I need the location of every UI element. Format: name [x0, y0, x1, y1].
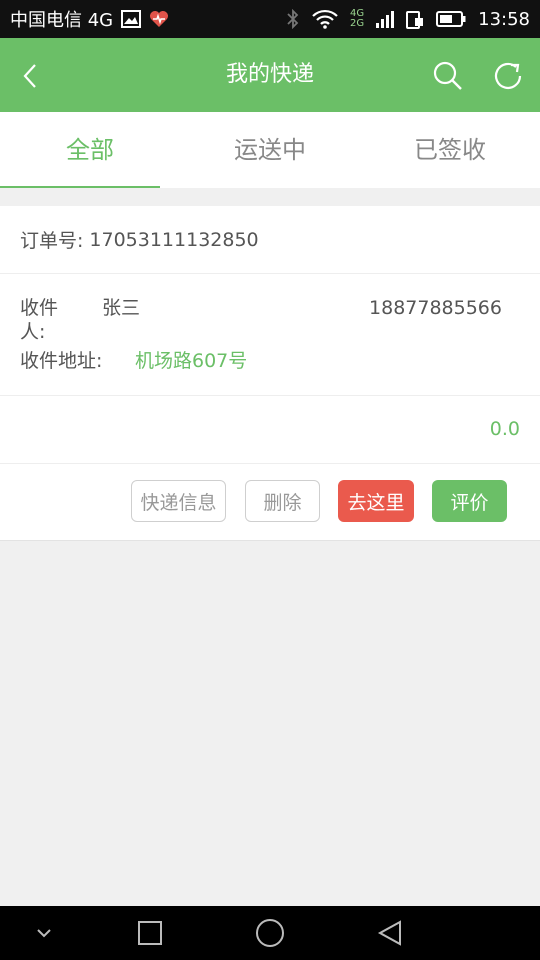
recipient-phone: 18877885566 — [369, 297, 502, 319]
search-button[interactable] — [428, 56, 468, 96]
address-label: 收件地址: — [20, 350, 103, 372]
refresh-icon — [494, 62, 522, 89]
app-bar: 我的快递 — [0, 38, 540, 112]
recents-button[interactable] — [130, 915, 170, 951]
recipient-label: 收件人: — [20, 297, 59, 343]
image-notification-icon — [121, 10, 142, 28]
network-type-indicator: 4G 2G — [350, 9, 364, 29]
search-icon — [433, 61, 462, 90]
tab-all[interactable]: 全部 — [0, 112, 180, 188]
tab-in-transit[interactable]: 运送中 — [180, 112, 360, 188]
carrier-label: 中国电信 4G — [10, 10, 114, 31]
tab-bar: 全部 运送中 已签收 — [0, 112, 540, 188]
order-card: 订单号: 17053111132850 收件人: 张三 18877885566 … — [0, 206, 540, 541]
chevron-down-icon — [37, 929, 51, 938]
amount-value: 0.0 — [489, 418, 520, 440]
wifi-icon — [312, 9, 338, 29]
clock: 13:58 — [478, 8, 530, 30]
action-row: 快递信息 删除 去这里 评价 — [0, 464, 540, 540]
circle-home-icon — [256, 919, 284, 947]
signal-icon — [376, 10, 395, 28]
network-type-bottom: 2G — [350, 18, 365, 29]
home-button[interactable] — [250, 915, 290, 951]
system-nav-bar — [0, 906, 540, 960]
back-nav-button[interactable] — [370, 915, 410, 951]
bluetooth-icon — [286, 9, 300, 29]
heart-health-icon — [149, 10, 169, 28]
recipient-name: 张三 — [102, 297, 141, 319]
delete-button[interactable]: 删除 — [245, 480, 320, 522]
sim-lock-icon — [406, 9, 424, 29]
amount-row: 0.0 — [0, 396, 540, 464]
go-here-button[interactable]: 去这里 — [338, 480, 414, 522]
recipient-section: 收件人: 张三 18877885566 收件地址: 机场路607号 — [0, 274, 540, 396]
triangle-back-icon — [377, 920, 401, 946]
tab-signed[interactable]: 已签收 — [360, 112, 540, 188]
express-info-button[interactable]: 快递信息 — [131, 480, 226, 522]
order-number-label: 订单号: — [20, 230, 84, 252]
refresh-button[interactable] — [488, 56, 528, 96]
square-recents-icon — [138, 921, 162, 945]
hide-nav-button[interactable] — [24, 915, 64, 951]
battery-icon — [436, 11, 466, 27]
order-number-row: 订单号: 17053111132850 — [0, 206, 540, 274]
status-bar: 中国电信 4G 4G 2G 13:58 — [0, 0, 540, 38]
address-value: 机场路607号 — [135, 350, 248, 372]
review-button[interactable]: 评价 — [432, 480, 507, 522]
order-number-value: 17053111132850 — [89, 228, 259, 251]
